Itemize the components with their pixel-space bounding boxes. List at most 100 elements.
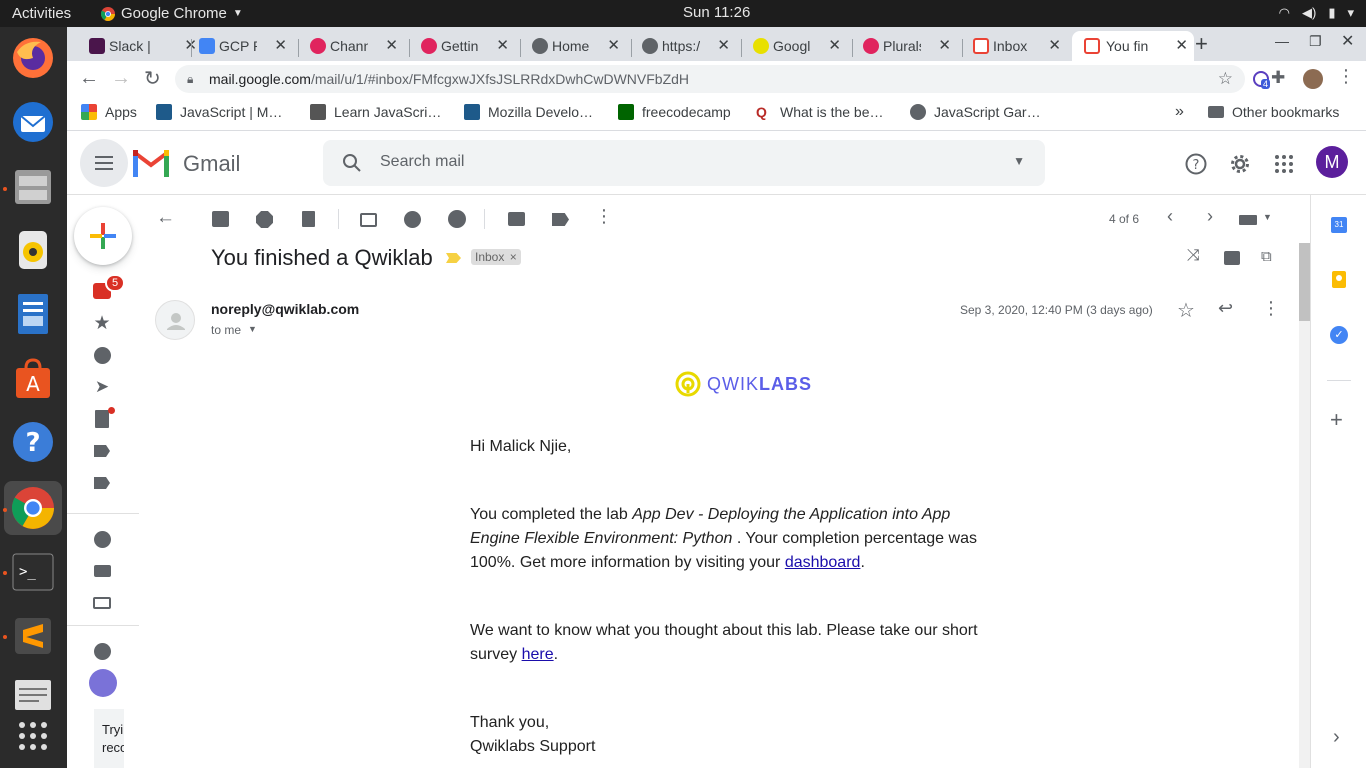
bookmark-mozilla[interactable]: Mozilla Develo… [464, 104, 593, 120]
tab-gcp[interactable]: GCP Pr ✕ [199, 31, 291, 61]
tab-slack[interactable]: Slack | ✕ [89, 31, 201, 61]
nav-keyboard[interactable] [92, 593, 112, 613]
older-message-button[interactable]: › [1207, 206, 1213, 227]
back-to-inbox-icon[interactable]: ← [156, 207, 176, 228]
gmail-brand[interactable]: Gmail [183, 151, 240, 177]
scrollbar[interactable] [1299, 243, 1310, 768]
chevron-down-icon[interactable]: ▼ [1263, 212, 1272, 222]
main-menu-button[interactable] [80, 139, 128, 187]
writer-launcher[interactable] [10, 291, 56, 337]
clock[interactable]: Sun 11:26 [683, 4, 750, 21]
extension-button[interactable]: 4 [1253, 71, 1271, 89]
open-new-window-icon[interactable]: ⧉ [1261, 248, 1272, 265]
nav-hangouts-user[interactable] [89, 669, 117, 697]
nav-meet-join[interactable] [92, 561, 112, 581]
star-icon[interactable]: ☆ [1177, 298, 1195, 323]
newer-message-button[interactable]: ‹ [1167, 206, 1173, 227]
tab-channel[interactable]: Chann ✕ [310, 31, 402, 61]
get-addons-icon[interactable]: + [1330, 409, 1343, 431]
nav-label-2[interactable] [92, 473, 112, 493]
search-options-icon[interactable]: ▼ [1013, 154, 1025, 168]
nav-meet-new[interactable] [92, 529, 112, 549]
reply-icon[interactable]: ↩ [1218, 298, 1233, 319]
report-spam-icon[interactable] [256, 211, 273, 228]
close-icon[interactable]: ✕ [274, 36, 287, 54]
nav-drafts[interactable] [92, 407, 115, 429]
tab-you-finished[interactable]: You fin ✕ [1072, 31, 1194, 61]
move-to-icon[interactable] [508, 212, 525, 226]
bookmark-learn-javascript[interactable]: Learn JavaScri… [310, 104, 441, 120]
remove-label-icon[interactable]: × [510, 250, 517, 264]
input-tools-button[interactable] [1239, 215, 1257, 225]
close-icon[interactable]: ✕ [607, 36, 620, 54]
address-bar[interactable]: 🔒︎ mail.google.com/mail/u/1/#inbox/FMfcg… [175, 65, 1245, 93]
google-apps-icon[interactable] [1275, 155, 1293, 173]
rhythmbox-launcher[interactable] [10, 227, 56, 273]
bookmark-freecodecamp[interactable]: freecodecamp [618, 104, 731, 120]
text-editor-launcher[interactable] [10, 671, 56, 717]
nav-label-1[interactable] [92, 441, 112, 461]
sublime-launcher[interactable] [10, 613, 56, 659]
terminal-launcher[interactable]: >_ [10, 549, 56, 595]
nav-hangouts[interactable] [92, 641, 112, 661]
maximize-button[interactable]: ❐ [1309, 33, 1322, 50]
search-input[interactable]: Search mail [380, 153, 464, 171]
delete-icon[interactable] [302, 211, 315, 227]
forward-button[interactable]: → [111, 67, 131, 90]
minimize-button[interactable]: — [1275, 33, 1289, 49]
nav-sent[interactable]: ➤ [92, 377, 112, 397]
inbox-label-chip[interactable]: Inbox × [471, 249, 521, 265]
nav-starred[interactable]: ★ [92, 313, 112, 334]
compose-button[interactable] [74, 207, 132, 265]
calendar-addon[interactable]: 31 [1331, 217, 1347, 233]
other-bookmarks[interactable]: Other bookmarks [1208, 104, 1339, 120]
more-message-options-icon[interactable]: ⋮ [1262, 298, 1280, 319]
new-tab-button[interactable]: + [1195, 31, 1208, 57]
tab-google[interactable]: Google ✕ [753, 31, 845, 61]
bookmark-javascript-mdn[interactable]: JavaScript | M… [156, 104, 282, 120]
system-tray[interactable]: ◠ ◀) ▮ ▾ [1279, 5, 1354, 21]
close-icon[interactable]: ✕ [385, 36, 398, 54]
scrollbar-thumb[interactable] [1299, 243, 1310, 321]
firefox-launcher[interactable] [10, 35, 56, 81]
chrome-menu-icon[interactable]: ⋮ [1337, 66, 1355, 87]
bookmarks-overflow-button[interactable]: » [1175, 103, 1184, 121]
labels-icon[interactable] [552, 213, 569, 226]
tab-pluralsight[interactable]: Plurals ✕ [863, 31, 955, 61]
close-icon[interactable]: ✕ [828, 36, 841, 54]
archive-icon[interactable] [212, 211, 229, 227]
collapse-all-icon[interactable]: ⤨ [1187, 247, 1200, 265]
bookmark-quora[interactable]: Q What is the be… [756, 104, 884, 120]
tasks-addon[interactable]: ✓ [1330, 326, 1348, 344]
help-icon[interactable]: ? [1185, 153, 1207, 175]
activities-button[interactable]: Activities [12, 5, 71, 22]
nav-inbox[interactable]: 5 [92, 274, 126, 301]
help-launcher[interactable]: ? [10, 419, 56, 465]
bookmark-star-icon[interactable]: ☆ [1218, 65, 1233, 93]
back-button[interactable]: ← [79, 67, 99, 90]
more-options-icon[interactable]: ⋮ [595, 206, 615, 226]
bookmark-javascript-garden[interactable]: JavaScript Gar… [910, 104, 1041, 120]
close-window-button[interactable]: ✕ [1341, 31, 1354, 51]
bookmark-apps[interactable]: Apps [81, 104, 137, 120]
show-applications-button[interactable] [10, 713, 56, 759]
tab-inbox[interactable]: Inbox (✕ [973, 31, 1065, 61]
search-box[interactable]: Search mail ▼ [323, 140, 1045, 186]
close-icon[interactable]: ✕ [1175, 36, 1188, 54]
app-menu[interactable]: Google Chrome ▼ [101, 5, 243, 22]
dashboard-link[interactable]: dashboard [785, 554, 861, 571]
tab-getting[interactable]: Getting ✕ [421, 31, 513, 61]
close-icon[interactable]: ✕ [717, 36, 730, 54]
software-launcher[interactable]: A [10, 355, 56, 401]
account-avatar[interactable]: M [1316, 146, 1348, 178]
tab-home[interactable]: Home - ✕ [532, 31, 624, 61]
nav-snoozed[interactable] [92, 345, 112, 365]
important-marker-icon[interactable] [446, 253, 461, 263]
snooze-clock-icon[interactable] [404, 211, 421, 228]
close-icon[interactable]: ✕ [496, 36, 509, 54]
chrome-launcher[interactable] [4, 481, 62, 535]
search-icon[interactable] [342, 153, 362, 173]
expand-panel-icon[interactable]: › [1333, 726, 1340, 749]
close-icon[interactable]: ✕ [1048, 36, 1061, 54]
reload-button[interactable]: ↻ [144, 66, 161, 91]
